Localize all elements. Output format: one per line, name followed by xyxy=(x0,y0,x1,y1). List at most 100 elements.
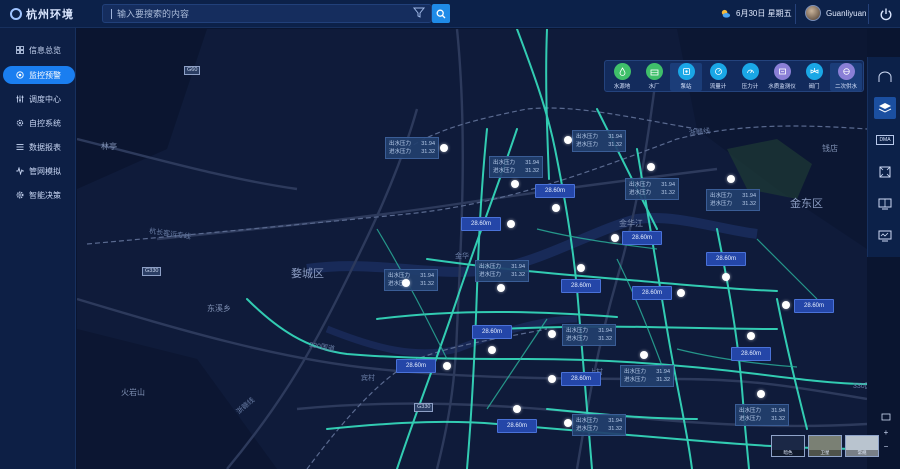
pressure-popup[interactable]: 出水压力 31.94 进水压力 31.32 xyxy=(620,365,674,387)
depth-tag[interactable]: 28.60m xyxy=(632,286,672,300)
station-marker[interactable] xyxy=(548,375,556,383)
basemap-standard[interactable]: 常规 xyxy=(845,435,879,457)
zoom-in-button[interactable]: + xyxy=(881,428,891,438)
layer-water-plant[interactable]: 水厂 xyxy=(638,63,670,91)
station-marker[interactable] xyxy=(402,279,410,287)
tool-layers[interactable] xyxy=(874,97,896,119)
search-input[interactable] xyxy=(117,6,407,21)
station-marker[interactable] xyxy=(548,330,556,338)
tool-fullscreen[interactable] xyxy=(874,161,896,183)
pressure-popup[interactable]: 出水压力 31.94 进水压力 31.32 xyxy=(475,260,529,282)
tool-dma[interactable]: DMA xyxy=(874,129,896,151)
station-marker[interactable] xyxy=(507,220,515,228)
layer-pump-station[interactable]: 泵站 xyxy=(670,63,702,91)
layer-valve[interactable]: 阀门 xyxy=(798,63,830,91)
pressure-popup[interactable]: 出水压力 31.94 进水压力 31.32 xyxy=(706,189,760,211)
water-plant-icon xyxy=(645,63,663,80)
pressure-popup[interactable]: 出水压力 31.94 进水压力 31.32 xyxy=(562,324,616,346)
station-marker[interactable] xyxy=(511,180,519,188)
station-marker[interactable] xyxy=(564,419,572,427)
flowmeter-icon xyxy=(709,63,727,80)
depth-tag[interactable]: 28.60m xyxy=(497,419,537,433)
sidebar-item-reports[interactable]: 数据报表 xyxy=(0,138,76,156)
search-caret xyxy=(111,9,112,19)
depth-tag[interactable]: 28.60m xyxy=(731,347,771,361)
basemap-dark[interactable]: 暗色 xyxy=(771,435,805,457)
sidebar-item-simulation[interactable]: 管网模拟 xyxy=(0,162,76,180)
filter-icon[interactable] xyxy=(412,5,426,19)
station-marker[interactable] xyxy=(513,405,521,413)
layer-secondary-supply[interactable]: 二次供水 xyxy=(830,63,862,91)
station-marker[interactable] xyxy=(647,163,655,171)
depth-tag[interactable]: 28.60m xyxy=(622,231,662,245)
zoom-out-button[interactable]: − xyxy=(881,442,891,452)
station-marker[interactable] xyxy=(497,284,505,292)
fullscreen-icon xyxy=(879,166,891,178)
sidebar-item-overview[interactable]: 信息总览 xyxy=(0,41,76,59)
power-icon[interactable] xyxy=(879,7,893,21)
depth-tag[interactable]: 28.60m xyxy=(561,279,601,293)
sidebar-item-decision[interactable]: 智能决策 xyxy=(0,186,76,204)
station-marker[interactable] xyxy=(722,273,730,281)
pressure-in-label: 进水压力 xyxy=(479,272,502,278)
pressure-popup[interactable]: 出水压力 31.94 进水压力 31.32 xyxy=(625,178,679,200)
highway-shield: G330 xyxy=(414,403,434,412)
depth-tag[interactable]: 28.60m xyxy=(472,325,512,339)
layer-flowmeter[interactable]: 流量计 xyxy=(702,63,734,91)
username[interactable]: Guanliyuan xyxy=(826,9,866,18)
station-marker[interactable] xyxy=(677,289,685,297)
depth-tag[interactable]: 28.60m xyxy=(535,184,575,198)
pressure-popup[interactable]: 出水压力 31.94 进水压力 31.32 xyxy=(385,137,439,159)
station-marker[interactable] xyxy=(440,144,448,152)
basemap-satellite[interactable]: 卫星 xyxy=(808,435,842,457)
tool-monitor[interactable] xyxy=(874,225,896,247)
pressure-popup[interactable]: 出水压力 31.94 进水压力 31.32 xyxy=(735,404,789,426)
pressure-out-label: 出水压力 xyxy=(389,141,412,147)
sidebar-item-monitoring[interactable]: 监控预警 xyxy=(3,66,75,84)
pressure-popup[interactable]: 出水压力 31.94 进水压力 31.32 xyxy=(489,156,543,178)
station-marker[interactable] xyxy=(611,234,619,242)
depth-tag[interactable]: 28.60m xyxy=(706,252,746,266)
valve-icon xyxy=(805,63,823,80)
station-marker[interactable] xyxy=(747,332,755,340)
search-icon xyxy=(436,9,446,18)
pressure-popup[interactable]: 出水压力 31.94 进水压力 31.32 xyxy=(572,130,626,152)
depth-tag[interactable]: 28.60m xyxy=(794,299,834,313)
user-menu[interactable]: Guanliyuan xyxy=(805,5,866,21)
depth-tag[interactable]: 28.60m xyxy=(461,217,501,231)
secondary-supply-icon xyxy=(837,63,855,80)
station-marker[interactable] xyxy=(488,346,496,354)
avatar[interactable] xyxy=(805,5,821,21)
station-marker[interactable] xyxy=(640,351,648,359)
layer-pressure-gauge[interactable]: 压力计 xyxy=(734,63,766,91)
tool-dome[interactable] xyxy=(874,66,896,88)
pressure-in-value: 31.32 xyxy=(598,336,612,342)
station-marker[interactable] xyxy=(757,390,765,398)
map-canvas[interactable]: 林亭 杭长客运专线 婺城区 东溪乡 火岩山 钱店 金东区 金华江 浙赣线 浙赣线… xyxy=(77,29,867,469)
tool-split[interactable] xyxy=(874,193,896,215)
map-zoom-controls: + − xyxy=(880,412,892,460)
layer-water-source[interactable]: 水源地 xyxy=(606,63,638,91)
layer-water-quality[interactable]: 水质监测仪 xyxy=(766,63,798,91)
search-button[interactable] xyxy=(432,4,450,23)
pressure-popup[interactable]: 出水压力 31.94 进水压力 31.32 xyxy=(572,414,626,436)
station-marker[interactable] xyxy=(727,175,735,183)
station-marker[interactable] xyxy=(577,264,585,272)
pressure-popup[interactable]: 出水压力 31.94 进水压力 31.32 xyxy=(384,269,438,291)
layer-label: 流量计 xyxy=(709,84,727,90)
sidebar-item-autocontrol[interactable]: 自控系统 xyxy=(0,114,76,132)
pressure-out-value: 31.94 xyxy=(511,264,525,270)
pressure-in-label: 进水压力 xyxy=(624,377,647,383)
sidebar-item-dispatch[interactable]: 调度中心 xyxy=(0,90,76,108)
station-marker[interactable] xyxy=(782,301,790,309)
pressure-in-label: 进水压力 xyxy=(389,149,412,155)
pressure-in-value: 31.32 xyxy=(742,201,756,207)
locate-icon[interactable] xyxy=(881,412,891,422)
sidebar-item-label: 监控预警 xyxy=(29,70,61,80)
depth-tag[interactable]: 28.60m xyxy=(561,372,601,386)
station-marker[interactable] xyxy=(443,362,451,370)
station-marker[interactable] xyxy=(552,204,560,212)
depth-tag[interactable]: 28.60m xyxy=(396,359,436,373)
station-marker[interactable] xyxy=(564,136,572,144)
pressure-in-label: 进水压力 xyxy=(739,416,762,422)
